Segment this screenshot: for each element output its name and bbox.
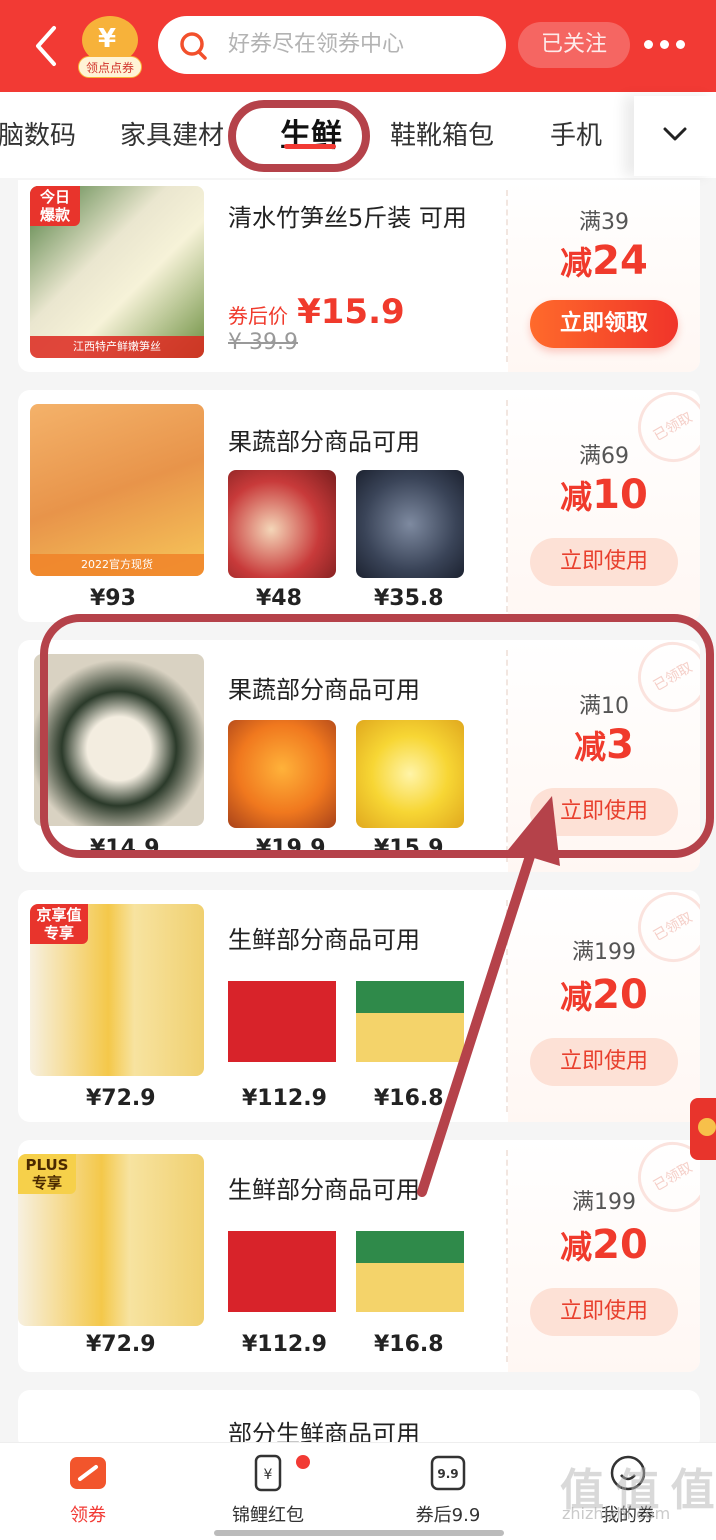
- coupon-center-tag: 领点点券: [78, 56, 142, 78]
- tab-shoes-bags[interactable]: 鞋靴箱包: [390, 92, 494, 180]
- discount-prefix: 减: [560, 244, 593, 282]
- chevron-down-icon: [663, 127, 687, 141]
- tab-highlight-annotation: [228, 100, 370, 172]
- coupon-title: 生鲜部分商品可用: [228, 1176, 420, 1204]
- discount-amount: 10: [592, 472, 648, 518]
- coupon-card[interactable]: PLUS专享 生鲜部分商品可用 ¥72.9 ¥112.9 ¥16.8 已领取 满…: [18, 1140, 700, 1372]
- coupon-card[interactable]: 部分生鲜商品可用: [18, 1390, 700, 1450]
- coupon-discount: 减10: [508, 472, 700, 518]
- product-price: ¥16.8: [374, 1332, 444, 1357]
- product-image[interactable]: 今日爆款 江西特产鲜嫩笋丝: [30, 186, 204, 358]
- claim-coupon-button[interactable]: 立即领取: [530, 300, 678, 348]
- after-coupon-value: ¥15.9: [297, 292, 405, 332]
- tabs-expand-button[interactable]: [634, 96, 716, 176]
- red-packet-icon: ¥: [254, 1454, 282, 1492]
- nav-coupons[interactable]: 领券: [28, 1443, 148, 1540]
- coupon-discount: 减24: [508, 238, 700, 284]
- promo-badge: 京享值专享: [30, 904, 88, 944]
- svg-text:9.9: 9.9: [437, 1467, 458, 1481]
- search-input[interactable]: 好券尽在领券中心: [158, 16, 506, 74]
- coupon-card[interactable]: 2022官方现货 果蔬部分商品可用 ¥93 ¥48 ¥35.8 已领取 满69 …: [18, 390, 700, 622]
- coupon-card[interactable]: 京享值专享 生鲜部分商品可用 ¥72.9 ¥112.9 ¥16.8 已领取 满1…: [18, 890, 700, 1122]
- coupon-discount: 减20: [508, 972, 700, 1018]
- coupon-threshold: 满199: [572, 1190, 636, 1215]
- coupon-offer: 满39 减24 立即领取: [508, 180, 700, 372]
- follow-button[interactable]: 已关注: [518, 22, 630, 68]
- use-coupon-button[interactable]: 立即使用: [530, 1038, 678, 1086]
- coupon-ticket-icon: [70, 1457, 106, 1489]
- coupon-card[interactable]: 今日爆款 江西特产鲜嫩笋丝 清水竹笋丝5斤装 可用 券后价 ¥15.9 ¥ 39…: [18, 180, 700, 372]
- product-image[interactable]: PLUS专享: [18, 1154, 204, 1326]
- use-coupon-button[interactable]: 立即使用: [530, 1288, 678, 1336]
- search-placeholder: 好券尽在领券中心: [228, 32, 405, 57]
- coupon-center-logo[interactable]: 领点点券: [76, 16, 142, 78]
- product-price: ¥112.9: [242, 1086, 327, 1111]
- use-coupon-button[interactable]: 立即使用: [530, 538, 678, 586]
- product-price: ¥112.9: [242, 1332, 327, 1357]
- price-tag-icon: 9.9: [430, 1455, 466, 1491]
- coupon-offer: 已领取 满199 减20 立即使用: [508, 1140, 700, 1372]
- nav-koi-red-packet[interactable]: ¥ 锦鲤红包: [208, 1443, 328, 1540]
- product-price: ¥93: [90, 586, 136, 611]
- product-thumbnail[interactable]: [356, 1220, 464, 1328]
- coupon-threshold: 满199: [572, 940, 636, 965]
- card-highlight-annotation: [40, 614, 714, 858]
- product-price: ¥16.8: [374, 1086, 444, 1111]
- tab-digital[interactable]: 脑数码: [0, 92, 76, 180]
- product-thumbnail[interactable]: [356, 470, 464, 578]
- product-price: ¥35.8: [374, 586, 444, 611]
- product-image-caption: 2022官方现货: [30, 554, 204, 576]
- product-price: ¥48: [256, 586, 302, 611]
- plus-badge: PLUS专享: [18, 1154, 76, 1194]
- product-price: ¥72.9: [86, 1332, 156, 1357]
- product-thumbnail[interactable]: [228, 470, 336, 578]
- product-thumbnail[interactable]: [356, 970, 464, 1078]
- product-thumbnail[interactable]: [228, 1220, 336, 1328]
- promo-badge: 今日爆款: [30, 186, 80, 226]
- product-image[interactable]: 京享值专享: [30, 904, 204, 1076]
- nav-label: 锦鲤红包: [232, 1505, 304, 1526]
- after-coupon-label: 券后价: [228, 304, 288, 328]
- coupon-threshold: 满69: [579, 444, 629, 469]
- home-indicator[interactable]: [214, 1530, 504, 1536]
- discount-prefix: 减: [560, 1228, 593, 1266]
- original-price: ¥ 39.9: [228, 330, 298, 355]
- back-arrow-icon[interactable]: [30, 22, 66, 70]
- red-packet-float-icon[interactable]: [690, 1098, 716, 1160]
- product-image-caption: 江西特产鲜嫩笋丝: [30, 336, 204, 358]
- top-bar: 领点点券 好券尽在领券中心 已关注: [0, 0, 716, 92]
- tab-phone[interactable]: 手机: [550, 92, 602, 180]
- coupon-title: 清水竹笋丝5斤装 可用: [228, 204, 467, 232]
- more-menu-icon[interactable]: [644, 34, 700, 54]
- coupon-offer: 已领取 满199 减20 立即使用: [508, 890, 700, 1122]
- coupon-title: 生鲜部分商品可用: [228, 926, 420, 954]
- nav-label: 领券: [70, 1505, 106, 1526]
- site-watermark-url: zhizhizhi.com: [562, 1504, 671, 1523]
- discount-amount: 20: [592, 972, 648, 1018]
- notification-dot: [296, 1455, 310, 1469]
- product-price: ¥72.9: [86, 1086, 156, 1111]
- coupon-title: 果蔬部分商品可用: [228, 428, 420, 456]
- nav-label: 券后9.9: [415, 1505, 481, 1526]
- svg-text:¥: ¥: [264, 1467, 273, 1483]
- discount-amount: 24: [592, 238, 648, 284]
- product-image[interactable]: 2022官方现货: [30, 404, 204, 576]
- coupon-discount: 减20: [508, 1222, 700, 1268]
- tab-furniture[interactable]: 家具建材: [120, 92, 224, 180]
- after-coupon-price: 券后价 ¥15.9: [228, 292, 405, 332]
- coupon-offer: 已领取 满69 减10 立即使用: [508, 390, 700, 622]
- nav-after-coupon-9-9[interactable]: 9.9 券后9.9: [388, 1443, 508, 1540]
- discount-prefix: 减: [560, 478, 593, 516]
- search-icon: [180, 32, 207, 60]
- product-thumbnail[interactable]: [228, 970, 336, 1078]
- coupon-threshold: 满39: [579, 210, 629, 235]
- discount-prefix: 减: [560, 978, 593, 1016]
- discount-amount: 20: [592, 1222, 648, 1268]
